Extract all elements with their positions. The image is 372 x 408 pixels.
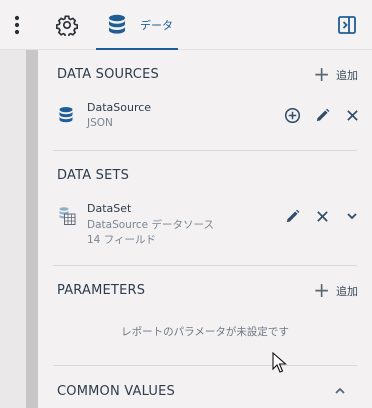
- chevron-down-icon: [347, 213, 357, 220]
- gear-icon: [56, 15, 78, 36]
- more-menu-button[interactable]: [6, 12, 28, 38]
- add-parameter-button[interactable]: + 追加: [313, 278, 358, 302]
- panel-toggle-button[interactable]: [334, 12, 360, 38]
- plus-icon: +: [313, 278, 330, 302]
- panel-resize-bar[interactable]: [26, 50, 38, 408]
- left-strip: [0, 50, 26, 408]
- pencil-icon: [316, 108, 329, 121]
- dataset-source: DataSource データソース: [87, 219, 214, 231]
- edit-dataset-button[interactable]: [282, 206, 302, 226]
- collapse-common-values-button[interactable]: [330, 381, 350, 401]
- edit-data-source-button[interactable]: [312, 105, 332, 125]
- top-toolbar: データ: [0, 0, 372, 50]
- add-dataset-button[interactable]: [282, 105, 302, 125]
- parameters-empty-message: レポートのパラメータが未設定です: [121, 326, 289, 338]
- cursor-icon: [272, 352, 287, 373]
- section-title-common-values: COMMON VALUES: [57, 384, 175, 399]
- add-label: 追加: [336, 285, 358, 298]
- tab-data[interactable]: データ: [96, 0, 178, 50]
- kebab-icon: [14, 15, 20, 35]
- divider: [53, 150, 357, 151]
- remove-data-source-button[interactable]: [342, 105, 362, 125]
- dataset-field-count: 14 フィールド: [87, 234, 156, 246]
- section-title-data-sets: DATA SETS: [57, 168, 130, 183]
- expand-dataset-button[interactable]: [342, 206, 362, 226]
- divider: [53, 265, 357, 266]
- tab-data-label: データ: [140, 19, 173, 32]
- data-panel: DATA SOURCES + 追加 DataSource JSON DATA S…: [38, 50, 372, 408]
- plus-circle-icon: [284, 107, 300, 123]
- section-title-parameters: PARAMETERS: [57, 283, 146, 298]
- settings-tab[interactable]: [54, 12, 80, 38]
- plus-icon: +: [313, 62, 330, 86]
- panel-toggle-icon: [338, 16, 356, 34]
- remove-dataset-button[interactable]: [312, 206, 332, 226]
- data-source-type: JSON: [87, 117, 113, 129]
- dataset-name: DataSet: [87, 202, 132, 215]
- add-label: 追加: [336, 69, 358, 82]
- section-title-data-sources: DATA SOURCES: [57, 67, 159, 82]
- database-icon: [109, 14, 125, 34]
- close-icon: [316, 210, 328, 222]
- data-source-name: DataSource: [87, 101, 152, 114]
- dataset-icon: [59, 207, 76, 225]
- pencil-icon: [286, 209, 299, 222]
- database-icon: [59, 107, 73, 123]
- chevron-up-icon: [335, 387, 345, 394]
- add-data-source-button[interactable]: + 追加: [313, 62, 358, 86]
- divider: [53, 365, 357, 366]
- close-icon: [346, 109, 358, 121]
